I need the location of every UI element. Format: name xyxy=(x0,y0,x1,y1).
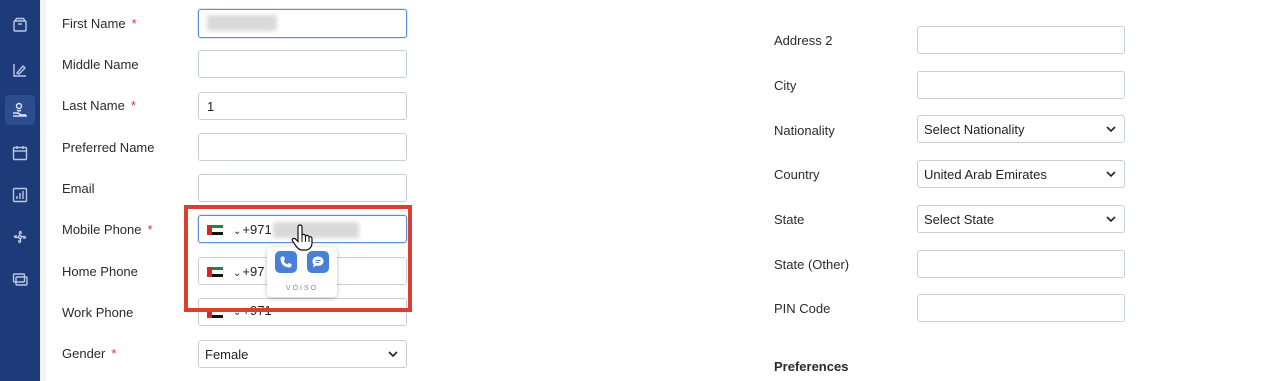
last-name-input[interactable]: 1 xyxy=(198,92,407,120)
preferred-name-input[interactable] xyxy=(198,133,407,161)
chevron-down-icon xyxy=(388,351,398,358)
country-label: Country xyxy=(774,167,820,182)
chevron-down-icon xyxy=(1106,126,1116,133)
state-label: State xyxy=(774,212,805,227)
email-input[interactable] xyxy=(198,174,407,202)
state-select[interactable]: Select State xyxy=(917,205,1125,233)
chat-bubble-icon[interactable] xyxy=(307,251,329,273)
hand-cursor-icon xyxy=(291,224,313,251)
gender-label: Gender * xyxy=(62,346,117,361)
fan-icon[interactable] xyxy=(5,222,35,252)
voiso-brand-label: VOISO xyxy=(285,285,319,292)
pin-code-label: PIN Code xyxy=(774,301,831,316)
chevron-down-icon xyxy=(1106,216,1116,223)
gender-select[interactable]: Female xyxy=(198,340,407,368)
care-hand-icon[interactable] xyxy=(5,95,35,125)
cards-icon[interactable] xyxy=(5,264,35,294)
work-phone-label: Work Phone xyxy=(62,305,134,320)
nationality-label: Nationality xyxy=(774,123,835,138)
nationality-select[interactable]: Select Nationality xyxy=(917,115,1125,143)
address2-input[interactable] xyxy=(917,26,1125,54)
voiso-popup: VOISO xyxy=(267,247,337,297)
first-name-input[interactable] xyxy=(198,9,407,38)
chevron-down-icon xyxy=(1106,171,1116,178)
sidebar-divider xyxy=(40,0,46,381)
last-name-label: Last Name * xyxy=(62,98,136,113)
middle-name-label: Middle Name xyxy=(62,57,139,72)
country-select[interactable]: United Arab Emirates xyxy=(917,160,1125,188)
first-name-label: First Name * xyxy=(62,16,137,31)
state-other-label: State (Other) xyxy=(774,257,850,272)
preferences-heading: Preferences xyxy=(774,359,849,374)
mobile-phone-label: Mobile Phone * xyxy=(62,222,153,237)
city-label: City xyxy=(774,78,797,93)
preferred-name-label: Preferred Name xyxy=(62,140,155,155)
phone-icon[interactable] xyxy=(275,251,297,273)
email-label: Email xyxy=(62,181,95,196)
redacted-value xyxy=(207,15,277,31)
address2-label: Address 2 xyxy=(774,33,833,48)
home-phone-label: Home Phone xyxy=(62,264,138,279)
sidebar xyxy=(0,0,40,381)
chart-edit-icon[interactable] xyxy=(5,55,35,85)
pin-code-input[interactable] xyxy=(917,294,1125,322)
calendar-icon[interactable] xyxy=(5,138,35,168)
box-icon[interactable] xyxy=(5,10,35,40)
report-chart-icon[interactable] xyxy=(5,180,35,210)
state-other-input[interactable] xyxy=(917,250,1125,278)
middle-name-input[interactable] xyxy=(198,50,407,78)
city-input[interactable] xyxy=(917,71,1125,99)
